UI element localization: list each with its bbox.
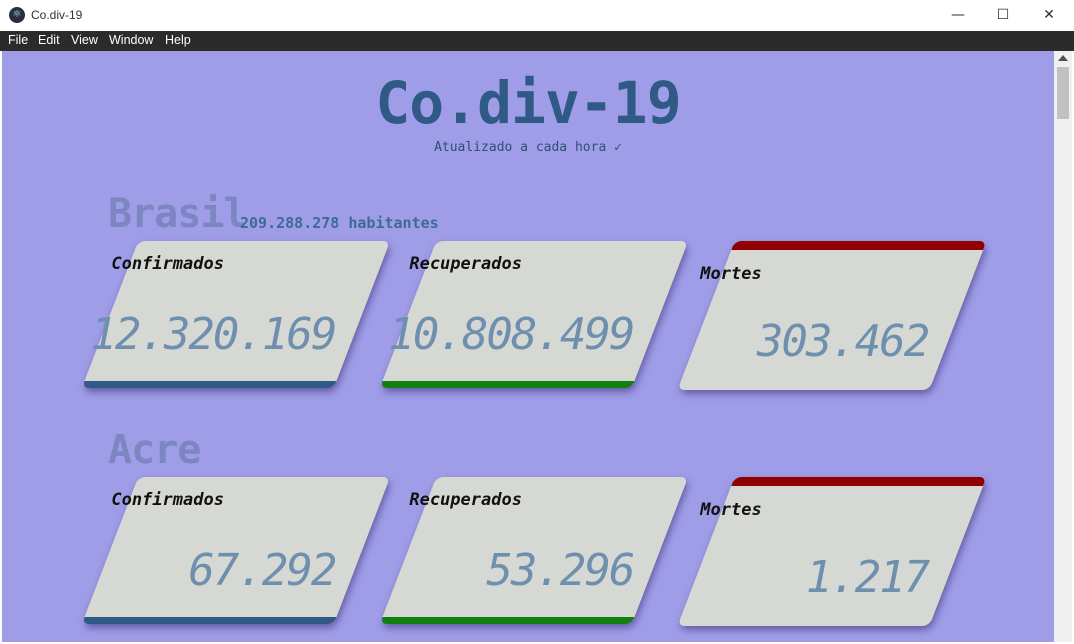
app-title: Co.div-19 bbox=[375, 69, 681, 137]
card-confirmed-acre: Confirmados 67.292 bbox=[81, 477, 391, 624]
menu-help[interactable]: Help bbox=[165, 33, 191, 47]
card-value-deaths: 303.462 bbox=[756, 316, 929, 367]
card-value-deaths: 1.217 bbox=[805, 552, 929, 603]
menu-edit[interactable]: Edit bbox=[38, 33, 60, 47]
card-recovered-acre: Recuperados 53.296 bbox=[379, 477, 689, 624]
menu-view[interactable]: View bbox=[71, 33, 98, 47]
card-label-deaths: Mortes bbox=[700, 264, 762, 284]
region-name-brasil: Brasil bbox=[108, 191, 247, 237]
main-content: Co.div-19 Atualizado a cada hora ✓ Brasi… bbox=[2, 51, 1054, 642]
card-confirmed-brasil: Confirmados 12.320.169 bbox=[81, 241, 391, 388]
card-value-confirmed: 12.320.169 bbox=[90, 309, 336, 360]
vertical-scrollbar[interactable] bbox=[1054, 51, 1072, 642]
title-bar[interactable]: ⚛ Co.div-19 — ☐ ✕ bbox=[0, 0, 1074, 32]
region-name-acre: Acre bbox=[108, 427, 201, 473]
card-deaths-brasil: Mortes 303.462 bbox=[677, 241, 987, 390]
population-brasil: 209.288.278 habitantes bbox=[240, 214, 439, 232]
card-label-recovered: Recuperados bbox=[409, 490, 522, 510]
card-label-confirmed: Confirmados bbox=[111, 490, 224, 510]
card-recovered-brasil: Recuperados 10.808.499 bbox=[379, 241, 689, 388]
menu-file[interactable]: File bbox=[8, 33, 28, 47]
card-deaths-acre: Mortes 1.217 bbox=[677, 477, 987, 626]
minimize-button[interactable]: — bbox=[935, 0, 981, 31]
card-value-confirmed: 67.292 bbox=[188, 545, 336, 596]
menu-window[interactable]: Window bbox=[109, 33, 153, 47]
card-label-recovered: Recuperados bbox=[409, 254, 522, 274]
card-value-recovered: 10.808.499 bbox=[388, 309, 634, 360]
menu-bar: File Edit View Window Help bbox=[0, 31, 1074, 51]
scroll-thumb[interactable] bbox=[1057, 67, 1069, 119]
update-subtitle: Atualizado a cada hora ✓ bbox=[434, 140, 622, 155]
close-button[interactable]: ✕ bbox=[1026, 0, 1072, 31]
window-title: Co.div-19 bbox=[31, 8, 83, 22]
scroll-up-arrow-icon[interactable] bbox=[1058, 55, 1068, 61]
maximize-button[interactable]: ☐ bbox=[980, 0, 1026, 31]
card-label-confirmed: Confirmados bbox=[111, 254, 224, 274]
electron-app-icon: ⚛ bbox=[9, 7, 25, 23]
card-value-recovered: 53.296 bbox=[486, 545, 634, 596]
card-label-deaths: Mortes bbox=[700, 500, 762, 520]
